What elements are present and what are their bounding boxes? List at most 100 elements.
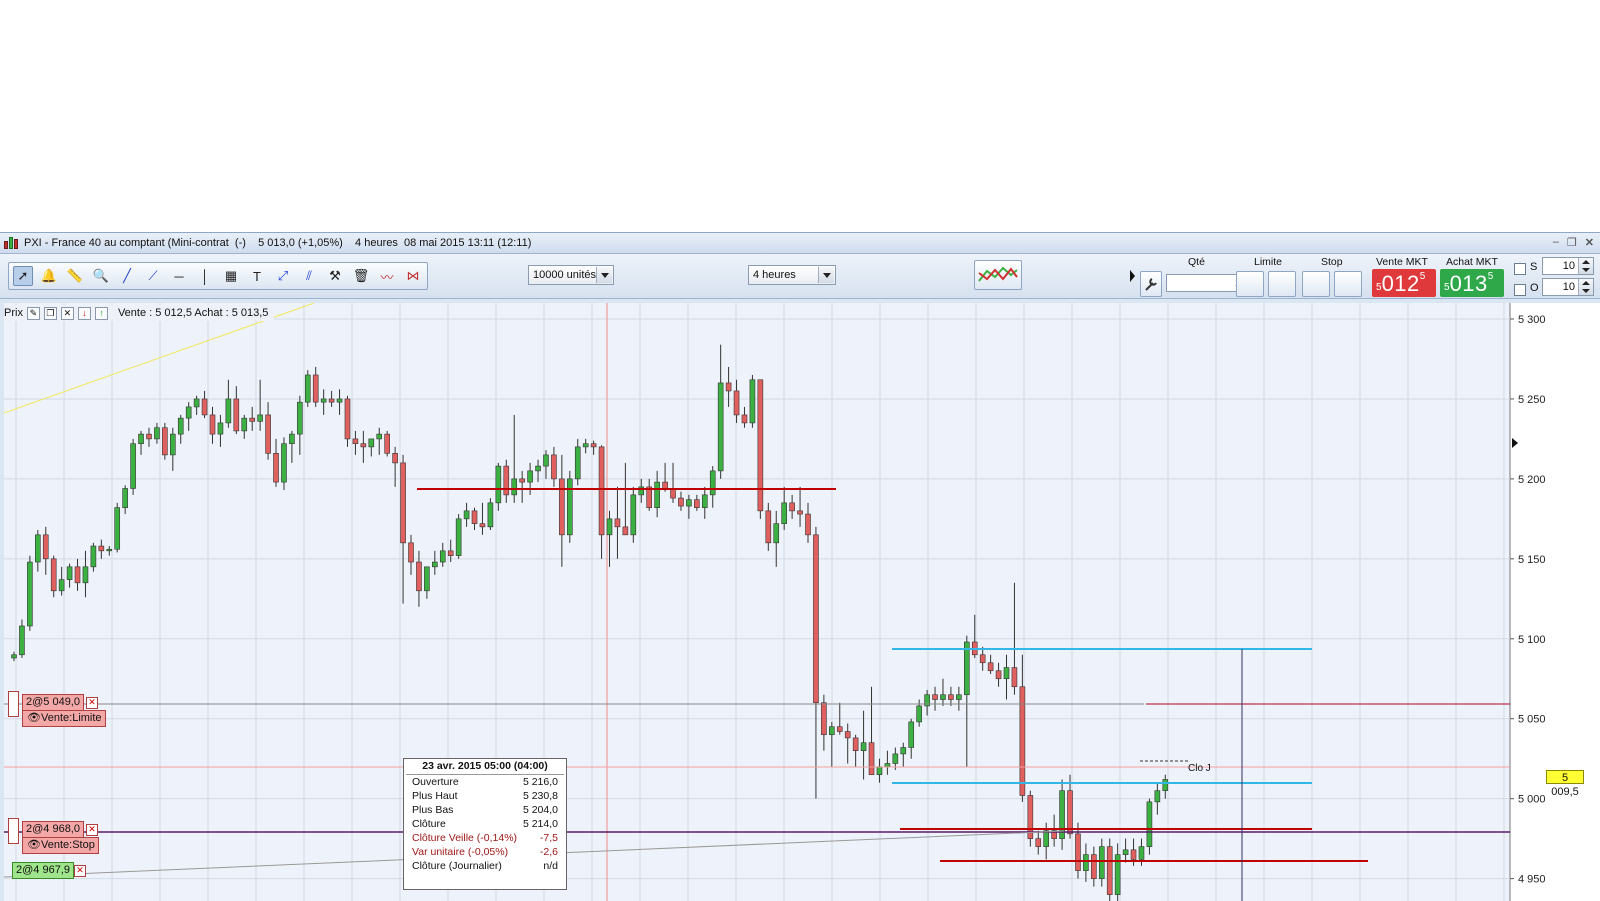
indicators-button[interactable] bbox=[974, 260, 1022, 290]
candle-body bbox=[773, 523, 780, 544]
limit-label: Limite bbox=[1254, 256, 1283, 268]
sell-market-button[interactable]: 5 012 5 bbox=[1372, 269, 1436, 297]
candle-body bbox=[535, 465, 541, 472]
candle-body bbox=[162, 427, 168, 456]
candle-body bbox=[82, 566, 89, 584]
vertical-line-icon[interactable]: │ bbox=[195, 266, 215, 286]
candle-body bbox=[503, 465, 510, 496]
o-checkbox[interactable] bbox=[1514, 284, 1526, 296]
order-price-tag[interactable]: 2@4 968,0 bbox=[22, 821, 84, 838]
order-drag-handle[interactable] bbox=[8, 691, 19, 717]
fibonacci-icon[interactable]: ⤢ bbox=[273, 266, 293, 286]
order-drag-handle[interactable] bbox=[8, 818, 19, 844]
o-stepper[interactable] bbox=[1578, 279, 1593, 295]
candle-body bbox=[789, 502, 795, 512]
candle-body bbox=[281, 443, 287, 483]
limit-buy-button[interactable] bbox=[1236, 271, 1264, 297]
candle-body bbox=[765, 510, 772, 544]
order-price-tag[interactable]: 2@5 049,0 bbox=[22, 694, 84, 711]
candle-body bbox=[1138, 846, 1145, 860]
stop-sell-button[interactable] bbox=[1334, 271, 1362, 297]
candle-body bbox=[678, 497, 684, 507]
wave-icon[interactable]: 〰 bbox=[377, 266, 397, 286]
period-select[interactable]: 4 heures bbox=[748, 265, 836, 285]
candle-body bbox=[916, 705, 922, 723]
s-checkbox[interactable] bbox=[1514, 263, 1526, 275]
candle-body bbox=[471, 510, 478, 524]
sell-arrow-icon[interactable]: ↓ bbox=[77, 306, 91, 320]
alert-bell-icon[interactable]: 🔔 bbox=[39, 266, 59, 286]
candle-body bbox=[487, 502, 494, 528]
candle-body bbox=[987, 662, 994, 672]
candle-body bbox=[416, 561, 422, 592]
pointer-icon[interactable]: ➚ bbox=[13, 266, 33, 286]
tooltip-row-value: 5 216,0 bbox=[522, 776, 558, 788]
tooltip-row-label: Clôture Veille (-0,14%) bbox=[412, 832, 518, 844]
order-type-tag[interactable]: 👁 Vente:Stop bbox=[22, 837, 99, 854]
line-icon[interactable]: ╱ bbox=[117, 266, 137, 286]
o-input[interactable]: 10 bbox=[1542, 278, 1594, 296]
candle-body bbox=[733, 390, 740, 416]
candle-body bbox=[400, 462, 406, 544]
text-icon[interactable]: T bbox=[247, 266, 267, 286]
stop-label: Stop bbox=[1321, 256, 1343, 268]
chart-area[interactable]: 5 300 5 250 5 200 5 150 5 100 5 050 5 000 4 950 bbox=[4, 303, 1600, 901]
pattern-icon[interactable]: ⋈ bbox=[403, 266, 423, 286]
trash-icon[interactable]: 🗑 bbox=[351, 266, 371, 286]
buy-arrow-icon[interactable]: ↑ bbox=[94, 306, 108, 320]
candlestick-app-icon bbox=[4, 237, 18, 249]
candle-body bbox=[511, 478, 518, 496]
candle-body bbox=[209, 414, 216, 435]
hammer-icon[interactable]: ⚒ bbox=[325, 266, 345, 286]
candle-body bbox=[384, 433, 390, 454]
order-type-tag[interactable]: 👁 Vente:Limite bbox=[22, 710, 106, 727]
buy-market-button[interactable]: 5 013 5 bbox=[1440, 269, 1504, 297]
y-tick-label: 5 000 bbox=[1518, 794, 1546, 806]
candle-body bbox=[138, 433, 144, 445]
stop-buy-button[interactable] bbox=[1302, 271, 1330, 297]
sell-price-fraction: 5 bbox=[1419, 271, 1426, 282]
s-stepper[interactable] bbox=[1578, 258, 1593, 274]
trend-line-icon[interactable]: ⟋ bbox=[143, 266, 163, 286]
parallel-lines-icon[interactable]: ⫽ bbox=[299, 266, 319, 286]
candle-body bbox=[813, 534, 819, 704]
units-select[interactable]: 10000 unités bbox=[528, 265, 614, 285]
candle-body bbox=[876, 766, 883, 775]
candle-body bbox=[1075, 833, 1081, 871]
wrench-icon[interactable]: ✎ bbox=[26, 306, 40, 320]
ruler-icon[interactable]: 📏 bbox=[65, 266, 85, 286]
cancel-order-icon[interactable]: ✕ bbox=[86, 824, 98, 836]
settings-wrench-button[interactable] bbox=[1140, 271, 1162, 297]
limit-sell-button[interactable] bbox=[1268, 271, 1296, 297]
chevron-down-icon[interactable] bbox=[818, 267, 834, 283]
price-chart[interactable]: 5 300 5 250 5 200 5 150 5 100 5 050 5 000 4 950 bbox=[4, 303, 1600, 901]
o-value: 10 bbox=[1562, 281, 1575, 293]
close-circle-icon[interactable]: ✕ bbox=[60, 306, 74, 320]
horizontal-line-icon[interactable]: ─ bbox=[169, 266, 189, 286]
candle-body bbox=[257, 414, 263, 422]
restore-icon[interactable]: ❐ bbox=[1567, 236, 1577, 249]
candle-body bbox=[701, 494, 708, 508]
candle-body bbox=[590, 443, 597, 448]
chevron-down-icon[interactable] bbox=[596, 267, 612, 283]
candle-body bbox=[805, 513, 811, 536]
candle-body bbox=[58, 579, 65, 592]
candle-body bbox=[757, 379, 764, 512]
candle-body bbox=[360, 443, 367, 448]
s-input[interactable]: 10 bbox=[1542, 257, 1594, 275]
panel-collapse-icon[interactable] bbox=[1128, 256, 1138, 296]
candle-body bbox=[90, 545, 97, 568]
qty-label: Qté bbox=[1188, 256, 1205, 268]
zoom-icon[interactable]: 🔍 bbox=[91, 266, 111, 286]
tooltip-row: Clôture (Journalier) n/d bbox=[404, 859, 566, 873]
minimize-icon[interactable]: – bbox=[1553, 236, 1559, 249]
close-icon[interactable]: ✕ bbox=[1585, 236, 1594, 249]
windows-icon[interactable]: ❐ bbox=[43, 306, 57, 320]
candle-body bbox=[860, 742, 867, 752]
close-position-icon[interactable]: ✕ bbox=[74, 865, 86, 877]
title-bar[interactable]: PXI - France 40 au comptant (Mini-contra… bbox=[0, 233, 1600, 254]
y-tick-label: 4 950 bbox=[1518, 874, 1546, 886]
position-price-tag[interactable]: 2@4 967,9 bbox=[12, 862, 74, 879]
cancel-order-icon[interactable]: ✕ bbox=[86, 697, 98, 709]
channel-icon[interactable]: ▦ bbox=[221, 266, 241, 286]
